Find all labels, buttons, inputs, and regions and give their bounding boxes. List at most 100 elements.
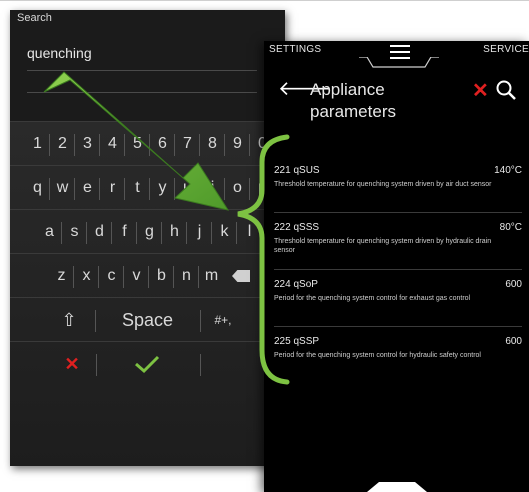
key-a[interactable]: a xyxy=(40,210,59,254)
key-t[interactable]: t xyxy=(128,166,147,210)
key-z[interactable]: z xyxy=(52,254,71,298)
key-separator xyxy=(61,222,62,244)
keyboard-row-asdf: asdfghjkl xyxy=(10,209,285,254)
key-separator xyxy=(123,266,124,288)
key-7[interactable]: 7 xyxy=(178,122,197,166)
parameter-value: 80°C xyxy=(499,222,522,233)
row-divider xyxy=(274,326,522,327)
top-bar: SETTINGS SERVICE xyxy=(264,41,529,68)
frame-border xyxy=(0,0,529,1)
search-label: Search xyxy=(17,12,52,24)
space-key[interactable]: Space xyxy=(105,298,190,342)
key-b[interactable]: b xyxy=(152,254,171,298)
parameter-description: Period for the quenching system control … xyxy=(274,352,481,359)
symbols-key[interactable]: #+, xyxy=(208,298,238,342)
key-separator xyxy=(86,222,87,244)
key-9[interactable]: 9 xyxy=(228,122,247,166)
input-underline xyxy=(27,70,257,71)
key-6[interactable]: 6 xyxy=(153,122,172,166)
close-icon[interactable]: ✕ xyxy=(472,81,489,101)
key-d[interactable]: d xyxy=(90,210,109,254)
parameter-description: Period for the quenching system control … xyxy=(274,295,471,302)
parameter-code: 225 qSSP xyxy=(274,336,320,347)
key-separator xyxy=(199,134,200,156)
input-underline-2 xyxy=(27,92,257,93)
key-separator xyxy=(96,354,97,376)
key-f[interactable]: f xyxy=(115,210,134,254)
keyboard-row-zxcv: zxcvbnm xyxy=(10,253,285,298)
service-tab[interactable]: SERVICE xyxy=(483,44,529,55)
key-separator xyxy=(74,178,75,200)
parameter-value: 140°C xyxy=(494,165,522,176)
key-separator xyxy=(186,222,187,244)
confirm-check-icon[interactable] xyxy=(134,354,160,374)
key-s[interactable]: s xyxy=(65,210,84,254)
key-8[interactable]: 8 xyxy=(203,122,222,166)
key-separator xyxy=(224,178,225,200)
key-separator xyxy=(173,266,174,288)
search-icon[interactable] xyxy=(495,79,517,101)
key-y[interactable]: y xyxy=(153,166,172,210)
keyboard-row-numbers: 1234567890 xyxy=(10,121,285,166)
key-separator xyxy=(95,310,96,332)
row-divider xyxy=(274,212,522,213)
search-input[interactable]: quenching xyxy=(27,45,92,61)
key-x[interactable]: x xyxy=(77,254,96,298)
key-separator xyxy=(99,178,100,200)
key-u[interactable]: u xyxy=(178,166,197,210)
key-separator xyxy=(73,266,74,288)
key-k[interactable]: k xyxy=(215,210,234,254)
key-v[interactable]: v xyxy=(127,254,146,298)
parameter-item[interactable]: 222 qSSS 80°C Threshold temperature for … xyxy=(274,222,522,255)
parameter-item[interactable]: 224 qSoP 600 Period for the quenching sy… xyxy=(274,279,522,303)
key-g[interactable]: g xyxy=(140,210,159,254)
row-divider xyxy=(274,269,522,270)
key-separator xyxy=(148,266,149,288)
cancel-x-icon[interactable]: ✕ xyxy=(60,342,84,386)
key-separator xyxy=(249,134,250,156)
keyboard-row-space: ⇧ Space #+, xyxy=(10,297,285,342)
keyboard-row-actions: ✕ xyxy=(10,341,285,392)
parameter-value: 600 xyxy=(505,336,522,347)
key-l[interactable]: l xyxy=(240,210,259,254)
backspace-icon[interactable] xyxy=(232,270,250,282)
key-e[interactable]: e xyxy=(78,166,97,210)
parameter-item[interactable]: 221 qSUS 140°C Threshold temperature for… xyxy=(274,165,522,189)
key-5[interactable]: 5 xyxy=(128,122,147,166)
key-i[interactable]: i xyxy=(203,166,222,210)
keyboard-row-qwerty: qwertyuiop xyxy=(10,165,285,210)
parameter-item[interactable]: 225 qSSP 600 Period for the quenching sy… xyxy=(274,336,522,360)
key-separator xyxy=(111,222,112,244)
key-4[interactable]: 4 xyxy=(103,122,122,166)
parameter-description: Threshold temperature for quenching syst… xyxy=(274,238,492,254)
key-q[interactable]: q xyxy=(28,166,47,210)
key-o[interactable]: o xyxy=(228,166,247,210)
key-separator xyxy=(149,134,150,156)
key-w[interactable]: w xyxy=(53,166,72,210)
key-r[interactable]: r xyxy=(103,166,122,210)
key-separator xyxy=(136,222,137,244)
page-title: Appliance parameters xyxy=(310,79,440,123)
key-separator xyxy=(174,178,175,200)
key-separator xyxy=(99,134,100,156)
key-j[interactable]: j xyxy=(190,210,209,254)
settings-tab[interactable]: SETTINGS xyxy=(269,44,321,55)
key-2[interactable]: 2 xyxy=(53,122,72,166)
key-separator xyxy=(74,134,75,156)
key-m[interactable]: m xyxy=(202,254,221,298)
key-separator xyxy=(200,310,201,332)
key-separator xyxy=(198,266,199,288)
key-separator xyxy=(49,178,50,200)
shift-icon[interactable]: ⇧ xyxy=(54,298,84,342)
key-c[interactable]: c xyxy=(102,254,121,298)
key-separator xyxy=(98,266,99,288)
key-n[interactable]: n xyxy=(177,254,196,298)
key-separator xyxy=(161,222,162,244)
key-separator xyxy=(49,134,50,156)
key-h[interactable]: h xyxy=(165,210,184,254)
key-separator xyxy=(249,178,250,200)
key-3[interactable]: 3 xyxy=(78,122,97,166)
key-separator xyxy=(199,178,200,200)
parameter-description: Threshold temperature for quenching syst… xyxy=(274,181,492,188)
key-1[interactable]: 1 xyxy=(28,122,47,166)
